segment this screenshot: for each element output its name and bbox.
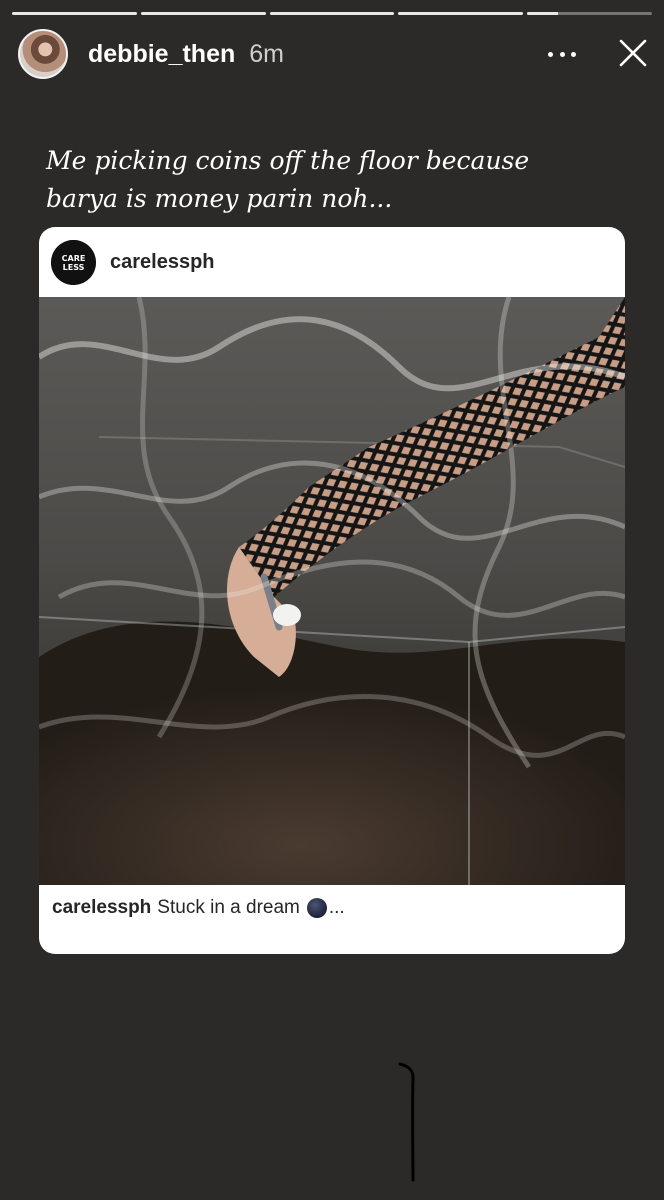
post-header: CARE LESS carelessph [51,239,215,285]
post-caption-text: Stuck in a dream [157,897,300,918]
post-author-avatar[interactable]: CARE LESS [51,239,96,285]
svg-text:CARE: CARE [62,254,86,263]
story-progress-bar [12,12,652,15]
shared-post-card[interactable]: CARE LESS carelessph carelessph Stuck in… [39,227,625,954]
svg-text:LESS: LESS [63,263,85,272]
more-options-icon[interactable] [548,42,576,66]
post-caption-handle[interactable]: carelessph [52,897,151,919]
story-username[interactable]: debbie_then [88,40,235,69]
brand-logo-icon: CARE LESS [51,239,96,285]
profile-avatar[interactable] [18,29,68,79]
post-author-username[interactable]: carelessph [110,251,215,274]
post-caption-ellipsis: ... [328,897,345,918]
post-caption: carelessph Stuck in a dream ... [52,897,612,919]
progress-segment [398,12,524,15]
hand-drawn-line [398,1062,415,1182]
progress-segment [140,12,266,15]
story-text-caption: Me picking coins off the floor because b… [46,146,530,213]
progress-segment-current [527,12,652,15]
progress-segment [269,12,395,15]
post-image[interactable] [39,297,625,885]
story-viewer: debbie_then 6m Me picking coins off the … [0,0,664,1200]
close-icon[interactable] [618,38,648,68]
story-header: debbie_then 6m [18,28,648,80]
progress-segment [12,12,137,15]
story-timestamp: 6m [249,39,284,68]
new-moon-emoji-icon [306,898,327,918]
